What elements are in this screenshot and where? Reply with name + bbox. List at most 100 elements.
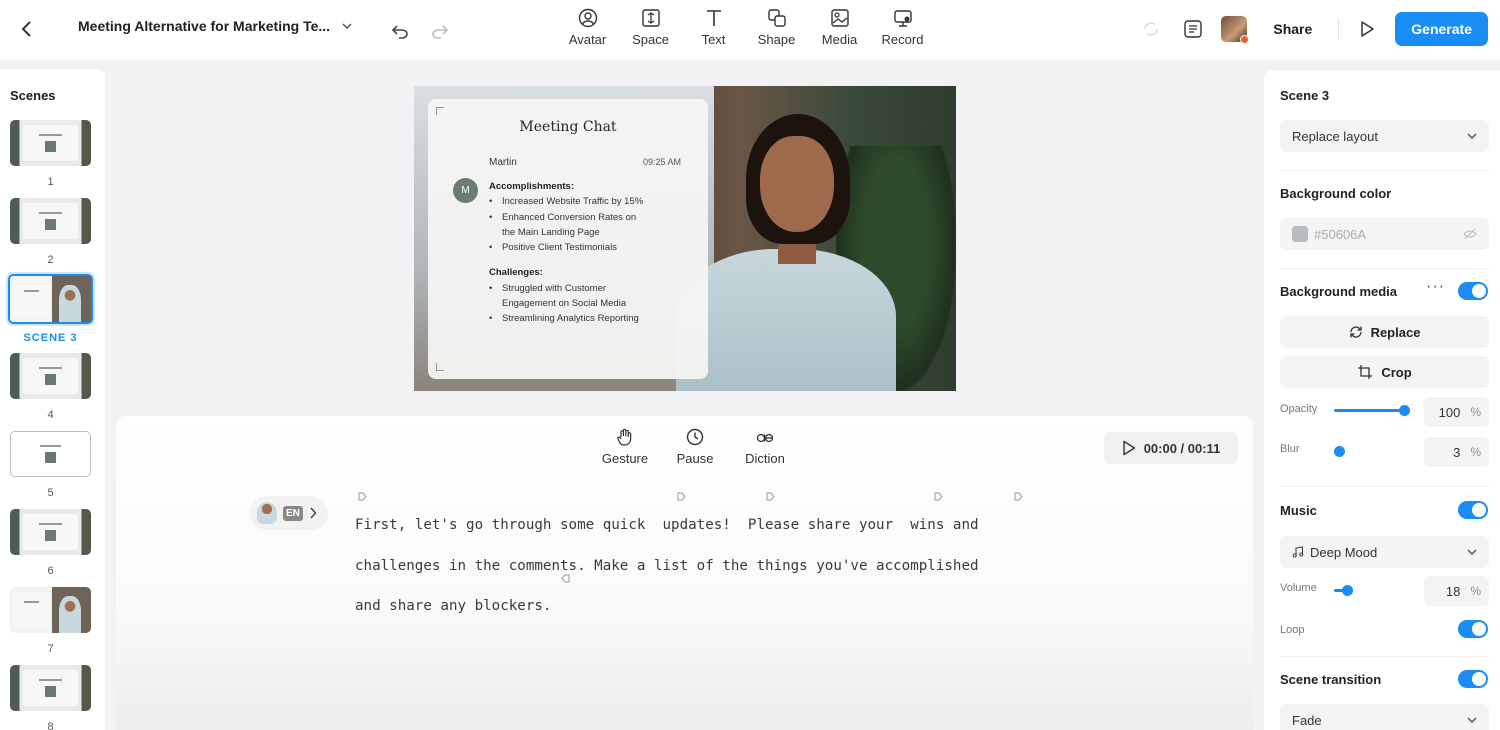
scenes-sidebar: Scenes 1 2 SCENE 3 4 5 6 7 8 (0, 69, 105, 730)
challenges-list: Struggled with Customer Engagement on So… (489, 281, 699, 327)
redo-button[interactable] (426, 18, 454, 46)
top-bar: Meeting Alternative for Marketing Te... … (0, 0, 1500, 60)
loop-toggle[interactable] (1458, 620, 1488, 638)
tool-avatar[interactable]: Avatar (556, 8, 619, 47)
blur-slider[interactable] (1334, 446, 1345, 457)
scene-thumb-5[interactable] (10, 431, 91, 477)
challenges-heading: Challenges: (489, 267, 543, 279)
script-line: and share any blockers. (355, 598, 552, 614)
tool-media[interactable]: Media (808, 8, 871, 47)
avatar-presenter[interactable] (676, 114, 896, 391)
chevron-down-icon (1467, 717, 1477, 723)
accomplishments-list: Increased Website Traffic by 15% Enhance… (489, 194, 699, 255)
scenes-title: Scenes (10, 88, 56, 103)
undo-button[interactable] (386, 18, 414, 46)
chevron-left-icon (21, 21, 31, 37)
chat-title: Meeting Chat (519, 119, 617, 135)
avatar-thumbnail (257, 502, 277, 524)
opacity-slider[interactable] (1334, 405, 1410, 416)
replace-layout-label: Replace layout (1292, 128, 1378, 144)
color-swatch[interactable] (1292, 226, 1308, 242)
transition-select[interactable]: Fade (1280, 704, 1489, 730)
voice-selector[interactable]: EN (250, 496, 328, 530)
slider-handle[interactable] (1399, 405, 1410, 416)
diction-label: Diction (745, 451, 785, 466)
music-toggle[interactable] (1458, 501, 1488, 519)
project-title-dropdown[interactable]: Meeting Alternative for Marketing Te... (78, 18, 352, 34)
volume-label: Volume (1280, 582, 1317, 594)
topbar-actions: Share Generate (1137, 12, 1488, 46)
scene-thumb-1[interactable] (10, 120, 91, 166)
scene-thumb-3[interactable] (6, 272, 95, 326)
scene-transition-toggle[interactable] (1458, 670, 1488, 688)
music-track-select[interactable]: Deep Mood (1280, 536, 1489, 568)
notes-button[interactable] (1179, 15, 1207, 43)
chat-message: Accomplishments: Increased Website Traff… (489, 179, 699, 327)
script-text[interactable]: First, let's go through some quick updat… (355, 505, 1035, 627)
meeting-chat-card[interactable]: Meeting Chat Martin 09:25 AM M Accomplis… (428, 99, 708, 379)
opacity-value: 100 (1438, 404, 1461, 420)
user-avatar[interactable] (1221, 16, 1250, 44)
opacity-input[interactable]: 100 % (1424, 397, 1489, 427)
bg-color-field[interactable]: #50606A (1280, 218, 1489, 250)
list-item: Streamlining Analytics Reporting (489, 311, 699, 327)
scene-thumb-6[interactable] (10, 509, 91, 555)
opacity-label: Opacity (1280, 403, 1318, 415)
scene-thumb-2[interactable] (10, 198, 91, 244)
space-icon (641, 9, 660, 27)
slider-handle[interactable] (1342, 585, 1353, 596)
scene-canvas[interactable]: Meeting Chat Martin 09:25 AM M Accomplis… (414, 86, 956, 391)
play-icon (1122, 440, 1135, 456)
chat-time: 09:25 AM (643, 157, 682, 167)
replace-media-button[interactable]: Replace (1280, 316, 1489, 348)
chevron-down-icon (1467, 133, 1477, 139)
scene-number-2: 2 (47, 254, 54, 266)
pause-button[interactable]: Pause (664, 428, 726, 466)
volume-slider[interactable] (1334, 585, 1353, 596)
tool-text[interactable]: Text (682, 8, 745, 47)
tool-space[interactable]: Space (619, 8, 682, 47)
scene-number-7: 7 (47, 643, 54, 655)
more-options-icon[interactable]: ··· (1426, 278, 1445, 296)
tool-space-label: Space (632, 32, 669, 47)
sync-icon (1144, 22, 1159, 36)
sync-button[interactable] (1137, 15, 1165, 43)
scene-number-5: 5 (47, 487, 54, 499)
volume-input[interactable]: 18 % (1424, 576, 1489, 606)
volume-value: 18 (1445, 583, 1461, 599)
preview-timer[interactable]: 00:00 / 00:11 (1104, 432, 1238, 464)
list-item: Struggled with Customer Engagement on So… (489, 281, 639, 312)
generate-button[interactable]: Generate (1395, 12, 1488, 46)
slider-handle[interactable] (1334, 446, 1345, 457)
preview-button[interactable] (1353, 15, 1381, 43)
script-toolbar: Gesture Pause Diction (594, 428, 796, 466)
bg-media-toggle[interactable] (1458, 282, 1488, 300)
back-button[interactable] (14, 16, 40, 42)
divider (1280, 656, 1489, 657)
marker-icon (934, 492, 943, 501)
chevron-down-icon (342, 23, 352, 29)
replace-layout-select[interactable]: Replace layout (1280, 120, 1489, 152)
chat-avatar: M (453, 178, 478, 203)
share-button[interactable]: Share (1261, 14, 1324, 44)
scene-number-4: 4 (47, 409, 54, 421)
gesture-button[interactable]: Gesture (594, 428, 656, 466)
tool-shape-label: Shape (757, 32, 796, 47)
music-heading: Music (1280, 503, 1317, 518)
scene-thumb-8[interactable] (10, 665, 91, 711)
blur-input[interactable]: 3 % (1424, 437, 1489, 467)
diction-button[interactable]: Diction (734, 428, 796, 466)
music-track: Deep Mood (1292, 545, 1377, 560)
scene-thumb-7[interactable] (10, 587, 91, 633)
tool-record[interactable]: Record (871, 8, 934, 47)
replace-label: Replace (1370, 324, 1421, 340)
project-title: Meeting Alternative for Marketing Te... (78, 18, 331, 34)
undo-icon (391, 25, 408, 39)
tool-media-label: Media (821, 32, 858, 47)
scene-thumb-4[interactable] (10, 353, 91, 399)
tool-shape[interactable]: Shape (745, 8, 808, 47)
insert-toolbar: Avatar Space Text Shape Media Record (556, 8, 934, 47)
eye-off-icon[interactable] (1463, 228, 1477, 240)
divider (1280, 170, 1489, 171)
crop-button[interactable]: Crop (1280, 356, 1489, 388)
